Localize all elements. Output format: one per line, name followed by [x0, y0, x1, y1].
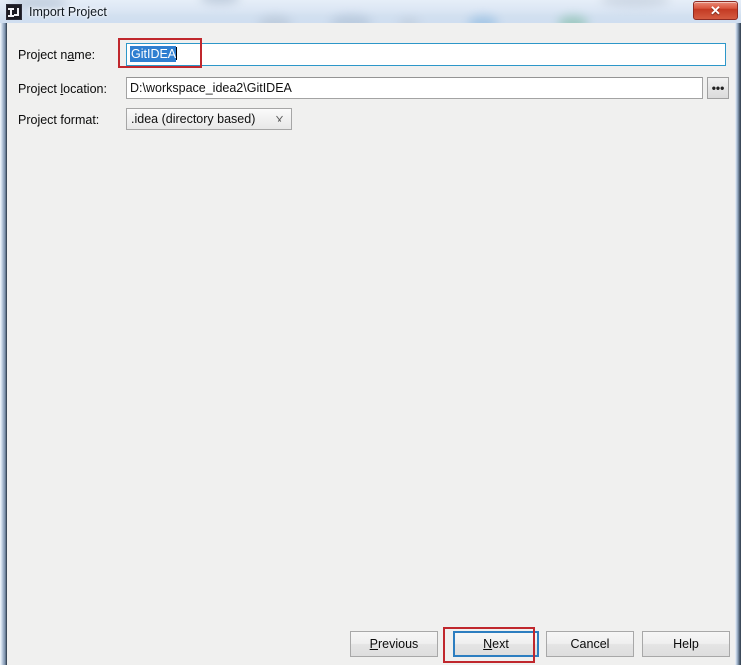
next-button-text: ext [492, 637, 509, 651]
previous-button-mnemonic: P [369, 637, 379, 651]
window-border-left [0, 23, 7, 665]
window-border-right [735, 23, 741, 665]
cancel-button-label: Cancel [570, 637, 610, 651]
project-name-row: Project name: GitIDEA [7, 43, 735, 67]
text-caret [176, 47, 178, 60]
help-button[interactable]: Help [642, 631, 730, 657]
project-format-selected-value: .idea (directory based) [131, 112, 256, 126]
project-location-row: Project location: D:\workspace_idea2\Git… [7, 77, 735, 101]
title-bar: Import Project ✕ [0, 0, 741, 23]
window-title: Import Project [29, 4, 107, 19]
next-button-label: Next [483, 637, 509, 651]
ellipsis-icon: ••• [711, 81, 725, 95]
project-format-row: Project format: .idea (directory based) [7, 108, 735, 132]
project-format-combobox[interactable]: .idea (directory based) [126, 108, 292, 130]
cancel-button[interactable]: Cancel [546, 631, 634, 657]
chevron-down-icon [275, 115, 284, 124]
browse-folder-button[interactable]: ••• [707, 77, 729, 99]
previous-button-label: Previous [370, 637, 419, 651]
project-name-label-suffix: me: [74, 48, 96, 62]
dialog-button-bar: Previous Next Cancel Help [7, 631, 735, 665]
project-name-label-prefix: Project n [18, 48, 68, 62]
dialog-client-area: Project name: GitIDEA Project location: … [7, 23, 735, 665]
import-project-dialog-window: Import Project ✕ Project name: GitIDEA P… [0, 0, 741, 665]
previous-button[interactable]: Previous [350, 631, 438, 657]
project-location-label: Project location: [18, 77, 124, 101]
project-location-label-prefix: Project [18, 82, 61, 96]
project-format-label: Project format: [18, 108, 124, 132]
project-location-label-suffix: ocation: [63, 82, 107, 96]
project-name-input[interactable]: GitIDEA [126, 43, 726, 66]
next-button[interactable]: Next [453, 631, 539, 657]
help-button-label: Help [673, 637, 699, 651]
project-location-value: D:\workspace_idea2\GitIDEA [130, 81, 292, 95]
previous-button-text: revious [378, 637, 419, 651]
project-location-input[interactable]: D:\workspace_idea2\GitIDEA [126, 77, 703, 99]
project-name-label: Project name: [18, 43, 124, 67]
next-button-mnemonic: N [483, 637, 493, 651]
project-format-label-text: Project format: [18, 113, 100, 127]
intellij-idea-icon [6, 3, 22, 20]
project-name-value: GitIDEA [130, 46, 177, 62]
